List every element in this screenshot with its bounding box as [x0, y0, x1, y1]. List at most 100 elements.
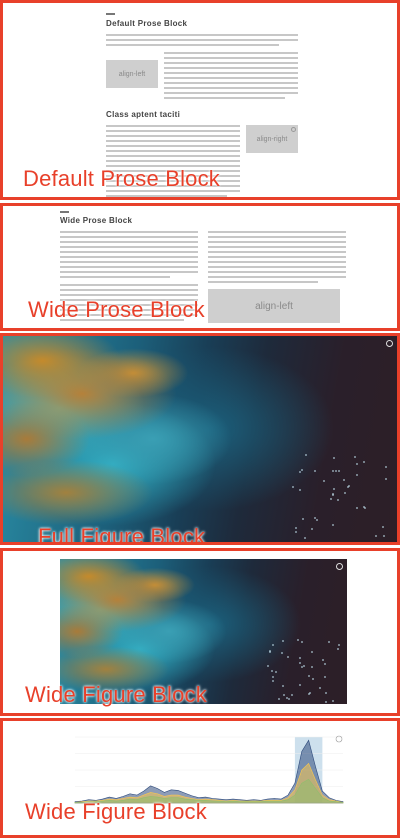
- image-speckle: [281, 652, 284, 655]
- image-placeholder: align-left: [208, 289, 340, 323]
- image-speckle: [381, 525, 384, 528]
- image-speckle: [337, 647, 340, 650]
- image-speckle: [302, 665, 305, 668]
- image-placeholder: align-right: [246, 125, 298, 153]
- panel-default-prose: Default Prose Block align-left ​ Class a…: [0, 0, 400, 200]
- image-speckle: [298, 683, 301, 686]
- image-speckle: [338, 644, 340, 647]
- image-speckle: [298, 656, 301, 659]
- image-speckle: [342, 478, 345, 481]
- image-speckle: [302, 517, 305, 520]
- image-speckle: [312, 677, 315, 680]
- image-label: align-right: [256, 135, 288, 143]
- image-speckle: [272, 680, 275, 683]
- panel-label: Full Figure Block: [38, 524, 206, 545]
- image-speckle: [329, 498, 332, 501]
- image-placeholder: align-left: [106, 60, 158, 88]
- image-speckle: [344, 492, 347, 495]
- image-speckle: [318, 687, 321, 690]
- info-icon[interactable]: [336, 563, 343, 570]
- panel-wide-prose: Wide Prose Block align-left Wide Prose B…: [0, 203, 400, 331]
- image-speckle: [331, 523, 334, 526]
- panel-wide-figure-chart: Wide Figure Block: [0, 718, 400, 838]
- image-speckle: [331, 699, 334, 702]
- image-speckle: [325, 700, 328, 703]
- image-speckle: [294, 531, 297, 534]
- image-speckle: [271, 643, 274, 646]
- info-icon[interactable]: [386, 340, 393, 347]
- image-speckle: [298, 470, 301, 473]
- image-speckle: [277, 697, 280, 700]
- image-speckle: [332, 457, 335, 460]
- panel-label: Wide Prose Block: [28, 297, 205, 322]
- image-speckle: [323, 675, 326, 678]
- image-speckle: [271, 676, 274, 679]
- panel-full-figure: Full Figure Block: [0, 333, 400, 545]
- text-column-right: align-left: [208, 231, 346, 327]
- satellite-image: [3, 336, 397, 542]
- heading-accent: [60, 211, 69, 213]
- image-speckle: [269, 651, 272, 654]
- image-speckle: [355, 474, 358, 477]
- image-speckle: [283, 693, 286, 696]
- image-speckle: [308, 674, 311, 677]
- image-speckle: [299, 488, 302, 491]
- heading-accent: [106, 13, 115, 15]
- image-speckle: [337, 470, 340, 473]
- image-speckle: [384, 466, 387, 469]
- image-speckle: [311, 650, 314, 653]
- image-speckle: [336, 498, 339, 501]
- image-speckle: [275, 670, 278, 673]
- image-speckle: [300, 469, 303, 472]
- image-speckle: [311, 527, 314, 530]
- image-speckle: [354, 456, 357, 459]
- figure-align-left: align-left ​: [106, 52, 158, 102]
- image-speckle: [300, 641, 303, 644]
- section-heading: Default Prose Block: [106, 19, 188, 28]
- image-speckle: [384, 478, 387, 481]
- image-speckle: [355, 463, 358, 466]
- image-speckle: [282, 685, 285, 687]
- panel-label: Wide Figure Block: [25, 682, 207, 707]
- image-speckle: [287, 655, 290, 658]
- section-heading: Wide Prose Block: [60, 216, 133, 225]
- image-speckle: [291, 485, 294, 488]
- image-speckle: [271, 669, 274, 672]
- image-label: align-left: [255, 300, 293, 312]
- image-speckle: [356, 506, 359, 509]
- image-speckle: [348, 484, 351, 487]
- image-speckle: [290, 694, 293, 697]
- image-speckle: [334, 470, 337, 473]
- image-speckle: [299, 661, 302, 664]
- image-caption: ​: [106, 90, 158, 94]
- panel-label: Default Prose Block: [23, 166, 220, 191]
- float-left-section: align-left ​: [106, 52, 298, 102]
- image-speckle: [328, 641, 331, 644]
- image-speckle: [294, 527, 297, 530]
- figure-align-right: align-right: [246, 125, 298, 197]
- info-icon: [291, 127, 296, 132]
- image-speckle: [288, 697, 291, 700]
- image-speckle: [300, 665, 303, 668]
- image-speckle: [382, 535, 385, 538]
- image-speckle: [331, 493, 334, 496]
- image-speckle: [362, 460, 365, 463]
- panel-label: Wide Figure Block: [25, 799, 207, 824]
- image-speckle: [313, 470, 316, 473]
- image-speckle: [332, 488, 335, 491]
- image-speckle: [324, 663, 327, 666]
- image-speckle: [281, 640, 284, 643]
- paragraph: [106, 34, 298, 46]
- image-speckle: [322, 480, 325, 483]
- image-speckle: [307, 693, 310, 696]
- image-label: align-left: [118, 70, 146, 78]
- subheading: Class aptent taciti: [106, 110, 181, 119]
- image-speckle: [304, 453, 307, 456]
- image-speckle: [374, 535, 377, 538]
- image-speckle: [297, 639, 300, 642]
- paragraph: [164, 52, 298, 102]
- image-speckle: [324, 691, 327, 694]
- image-speckle: [267, 665, 270, 668]
- image-speckle: [311, 666, 314, 669]
- image-speckle: [304, 536, 307, 539]
